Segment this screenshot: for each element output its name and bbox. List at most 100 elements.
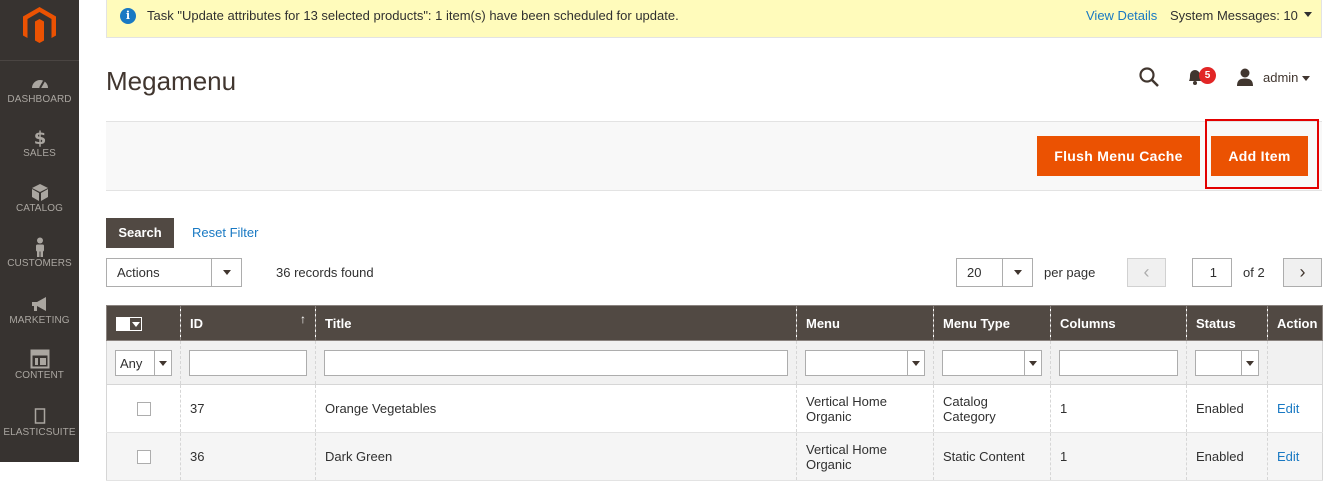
- box-icon: [31, 184, 48, 201]
- cell-id: 37: [180, 384, 316, 433]
- system-messages-toggle[interactable]: System Messages: 10: [1170, 8, 1298, 23]
- chevron-down-icon: [1014, 270, 1022, 275]
- cell-menu-type: Catalog Category: [933, 384, 1051, 433]
- column-header-label: Title: [325, 315, 352, 331]
- column-header-menu[interactable]: Menu: [796, 305, 934, 341]
- dropdown-toggle[interactable]: [1024, 350, 1041, 375]
- mass-select-dropdown[interactable]: [129, 316, 142, 331]
- person-icon: [35, 237, 44, 257]
- cell-id: 36: [180, 432, 316, 481]
- megaphone-icon: [31, 297, 46, 311]
- highlight-box: [1205, 119, 1319, 189]
- column-header-id[interactable]: ID ↑: [180, 305, 316, 341]
- chevron-down-icon: [132, 321, 140, 327]
- sidebar-item-dashboard[interactable]: DASHBOARD: [0, 73, 79, 129]
- sidebar-item-label: MARKETING: [9, 315, 70, 326]
- system-message-bar: i Task "Update attributes for 13 selecte…: [106, 0, 1322, 38]
- admin-user-menu[interactable]: admin: [1263, 70, 1298, 85]
- dropdown-toggle[interactable]: [154, 350, 171, 375]
- sidebar-item-label: CATALOG: [15, 203, 63, 214]
- sidebar-item-catalog[interactable]: CATALOG: [0, 182, 79, 238]
- column-header-columns[interactable]: Columns: [1050, 305, 1187, 341]
- cell-menu-type: Static Content: [933, 432, 1051, 481]
- column-header-label: Menu Type: [943, 315, 1010, 331]
- svg-text:$: $: [33, 128, 46, 147]
- flush-menu-cache-button[interactable]: Flush Menu Cache: [1037, 136, 1200, 176]
- dropdown-toggle[interactable]: [1002, 259, 1032, 286]
- total-pages-label: of 2: [1243, 265, 1265, 280]
- row-checkbox[interactable]: [136, 402, 151, 417]
- column-header-label: Action: [1277, 315, 1318, 331]
- dropdown-toggle[interactable]: [907, 350, 924, 375]
- chevron-down-icon[interactable]: [1302, 76, 1310, 81]
- search-icon[interactable]: [1138, 66, 1160, 88]
- dashboard-icon: [31, 80, 48, 89]
- row-checkbox[interactable]: [136, 450, 151, 465]
- cell-menu: Vertical Home Organic: [796, 432, 934, 481]
- mass-actions-value: Actions: [117, 265, 160, 280]
- reset-filter-link[interactable]: Reset Filter: [192, 225, 258, 240]
- mass-select-header[interactable]: [106, 305, 181, 341]
- mass-actions-select[interactable]: Actions: [106, 258, 242, 287]
- sidebar-item-label: CUSTOMERS: [7, 258, 72, 269]
- sidebar-item-marketing[interactable]: MARKETING: [0, 294, 79, 350]
- magento-logo[interactable]: [23, 7, 56, 45]
- cell-status: Enabled: [1186, 432, 1268, 481]
- status-filter-select[interactable]: [1195, 349, 1259, 376]
- edit-link[interactable]: Edit: [1277, 401, 1299, 416]
- system-message-text: Task "Update attributes for 13 selected …: [147, 8, 679, 23]
- menu-filter-select[interactable]: [805, 349, 925, 376]
- cell-title: Dark Green: [315, 432, 797, 481]
- mass-filter-select[interactable]: Any: [115, 349, 172, 376]
- sidebar-item-elasticsuite[interactable]: ELASTICSUITE: [0, 406, 79, 462]
- view-details-link[interactable]: View Details: [1086, 8, 1157, 23]
- chevron-down-icon[interactable]: [1304, 12, 1312, 17]
- per-page-select[interactable]: 20: [956, 258, 1033, 287]
- sidebar-item-label: DASHBOARD: [7, 94, 72, 105]
- chevron-down-icon: [912, 360, 920, 366]
- sidebar-item-content[interactable]: CONTENT: [0, 349, 79, 405]
- chevron-down-icon: [159, 360, 167, 366]
- sidebar-item-label: ELASTICSUITE: [3, 427, 76, 438]
- chevron-down-icon: [1029, 360, 1037, 366]
- chevron-down-icon: [223, 270, 231, 275]
- previous-page-button[interactable]: ‹: [1127, 258, 1166, 287]
- megamenu-grid: ID ↑ Title Menu Menu Type Columns Status …: [106, 305, 1323, 481]
- menu-type-filter-select[interactable]: [942, 349, 1042, 376]
- column-header-status[interactable]: Status: [1186, 305, 1268, 341]
- columns-filter-input[interactable]: [1059, 349, 1178, 376]
- column-header-action: Action: [1267, 305, 1323, 341]
- cell-columns: 1: [1050, 432, 1187, 481]
- filter-row: Any: [106, 340, 1323, 385]
- page-title: Megamenu: [106, 66, 237, 96]
- info-icon: i: [120, 8, 136, 24]
- per-page-value: 20: [967, 265, 982, 280]
- id-filter-input[interactable]: [189, 349, 307, 376]
- column-header-label: Columns: [1060, 315, 1116, 331]
- next-page-button[interactable]: ›: [1283, 258, 1322, 287]
- admin-sidebar: DASHBOARD $ SALES CATALOG CUSTOMERS MARK…: [0, 0, 79, 462]
- sidebar-item-sales[interactable]: $ SALES: [0, 127, 79, 183]
- sidebar-item-customers[interactable]: CUSTOMERS: [0, 237, 79, 293]
- table-row[interactable]: 36 Dark Green Vertical Home Organic Stat…: [106, 432, 1323, 481]
- cell-menu: Vertical Home Organic: [796, 384, 934, 433]
- column-header-menu-type[interactable]: Menu Type: [933, 305, 1051, 341]
- current-page-input[interactable]: 1: [1192, 258, 1232, 287]
- mass-select-checkbox[interactable]: [116, 316, 142, 331]
- notifications-badge[interactable]: 5: [1199, 67, 1216, 84]
- column-header-title[interactable]: Title: [315, 305, 797, 341]
- column-header-label: ID: [190, 315, 203, 331]
- user-icon[interactable]: [1236, 68, 1254, 86]
- records-found-count: 36 records found: [276, 265, 374, 280]
- layout-icon: [30, 349, 49, 369]
- sort-ascending-icon[interactable]: ↑: [300, 312, 306, 326]
- dropdown-toggle[interactable]: [211, 259, 241, 286]
- table-row[interactable]: 37 Orange Vegetables Vertical Home Organ…: [106, 384, 1323, 433]
- sidebar-item-label: SALES: [23, 148, 56, 159]
- dropdown-toggle[interactable]: [1241, 350, 1258, 375]
- title-filter-input[interactable]: [324, 349, 788, 376]
- search-button[interactable]: Search: [106, 218, 174, 248]
- elasticsuite-icon: [34, 408, 45, 424]
- cell-columns: 1: [1050, 384, 1187, 433]
- cell-title: Orange Vegetables: [315, 384, 797, 433]
